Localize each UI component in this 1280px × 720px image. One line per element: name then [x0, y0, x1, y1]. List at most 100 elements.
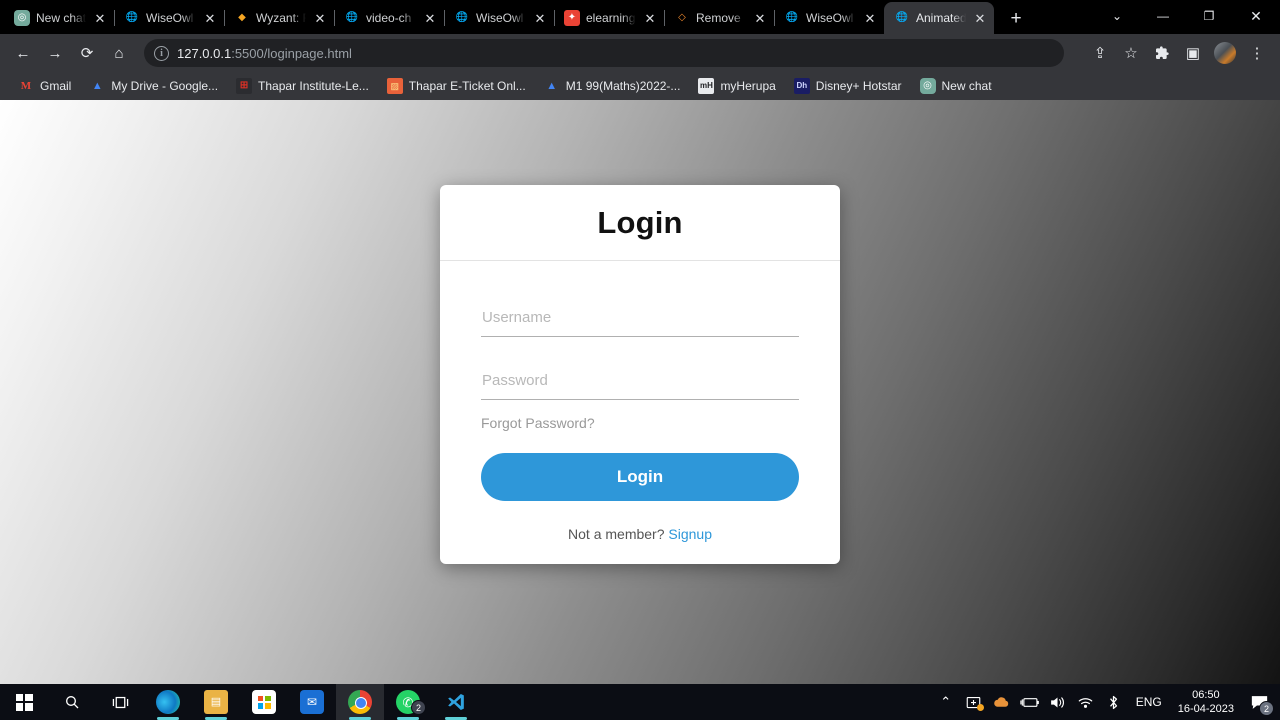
clock[interactable]: 06:50 16-04-2023 — [1170, 684, 1242, 720]
taskbar-app-vs-code[interactable] — [432, 684, 480, 720]
tab-title: Animated — [916, 11, 966, 25]
tab-close-icon[interactable]: ✕ — [642, 10, 658, 26]
login-card: Login Forgot Password? Login Not a membe… — [440, 185, 840, 564]
browser-tab[interactable]: 🌐 WiseOwl ✕ — [444, 2, 555, 34]
eraser-icon: ◇ — [678, 12, 686, 23]
side-panel-icon[interactable]: ▣ — [1178, 38, 1208, 68]
taskbar-app-file-explorer[interactable]: ▤ — [192, 684, 240, 720]
password-input[interactable] — [481, 368, 799, 400]
page-title: Login — [597, 204, 683, 240]
address-bar[interactable]: i 127.0.0.1:5500/loginpage.html — [144, 39, 1064, 67]
show-hidden-icons-button[interactable]: ⌃ — [932, 684, 960, 720]
signup-link[interactable]: Signup — [668, 526, 712, 542]
forward-icon[interactable]: → — [40, 38, 70, 68]
language-indicator[interactable]: ENG — [1128, 684, 1170, 720]
share-icon[interactable]: ⇪ — [1085, 38, 1115, 68]
site-info-icon[interactable]: i — [154, 45, 169, 61]
task-view-button[interactable] — [96, 684, 144, 720]
page-viewport: Login Forgot Password? Login Not a membe… — [0, 100, 1280, 684]
tab-strip: ◎ New chat ✕ 🌐 WiseOwl ✕ ◆ Wyzant: F ✕ 🌐… — [0, 0, 1280, 34]
chrome-menu-icon[interactable]: ⋮ — [1242, 38, 1272, 68]
whatsapp-badge: 2 — [411, 700, 426, 715]
forgot-password-link[interactable]: Forgot Password? — [481, 415, 595, 431]
browser-tab[interactable]: ◎ New chat ✕ — [4, 2, 115, 34]
battery-charging-icon[interactable] — [1016, 684, 1044, 720]
login-button[interactable]: Login — [481, 453, 799, 501]
bookmark-item[interactable]: ⊞ Thapar Institute-Le... — [228, 75, 377, 97]
tray-cloud-icon[interactable] — [988, 684, 1016, 720]
browser-tab[interactable]: 🌐 WiseOwl ✕ — [114, 2, 225, 34]
bookmark-item[interactable]: mH myHerupa — [690, 75, 783, 97]
bookmark-star-icon[interactable]: ☆ — [1116, 38, 1146, 68]
maximize-button[interactable]: ❐ — [1186, 0, 1232, 32]
elearning-icon: ✦ — [564, 10, 580, 26]
bookmark-item[interactable]: ▲ My Drive - Google... — [81, 75, 226, 97]
browser-tab-active[interactable]: 🌐 Animated ✕ — [884, 2, 994, 34]
tray-app-icon[interactable] — [960, 684, 988, 720]
toolbar-right-actions: ⇪ ☆ ▣ ⋮ — [1085, 38, 1272, 68]
tab-close-icon[interactable]: ✕ — [532, 10, 548, 26]
browser-tab[interactable]: 🌐 video-ch ✕ — [334, 2, 445, 34]
globe-icon: 🌐 — [785, 12, 799, 23]
bookmark-item[interactable]: ▨ Thapar E-Ticket Onl... — [379, 75, 534, 97]
tray-status-dot — [976, 704, 984, 711]
bookmark-label: My Drive - Google... — [111, 79, 219, 93]
browser-tab[interactable]: ◇ Remove ✕ — [664, 2, 775, 34]
new-tab-button[interactable]: + — [1002, 4, 1030, 32]
address-bar-url: 127.0.0.1:5500/loginpage.html — [177, 46, 352, 61]
bookmark-item[interactable]: Dh Disney+ Hotstar — [786, 75, 910, 97]
globe-icon: 🌐 — [455, 12, 469, 23]
tab-close-icon[interactable]: ✕ — [202, 10, 218, 26]
start-button[interactable] — [0, 684, 48, 720]
tab-close-icon[interactable]: ✕ — [312, 10, 328, 26]
browser-tab[interactable]: 🌐 WiseOwl ✕ — [774, 2, 884, 34]
browser-tab[interactable]: ◆ Wyzant: F ✕ — [224, 2, 335, 34]
wyzant-icon: ◆ — [238, 12, 246, 23]
volume-icon[interactable] — [1044, 684, 1072, 720]
tab-close-icon[interactable]: ✕ — [862, 10, 878, 26]
window-controls: ⌄ — ❐ ✕ — [1094, 0, 1280, 32]
taskbar-app-mail[interactable]: ✉ — [288, 684, 336, 720]
tab-close-icon[interactable]: ✕ — [972, 10, 988, 26]
extensions-puzzle-icon[interactable] — [1147, 38, 1177, 68]
minimize-button[interactable]: — — [1140, 0, 1186, 32]
tab-search-icon[interactable]: ⌄ — [1094, 0, 1140, 32]
wifi-icon[interactable] — [1072, 684, 1100, 720]
tab-close-icon[interactable]: ✕ — [422, 10, 438, 26]
browser-tab[interactable]: ✦ elearning ✕ — [554, 2, 665, 34]
close-window-button[interactable]: ✕ — [1232, 0, 1280, 32]
taskbar-app-microsoft-store[interactable] — [240, 684, 288, 720]
clock-date: 16-04-2023 — [1177, 703, 1234, 715]
taskbar-app-whatsapp[interactable]: ✆ 2 — [384, 684, 432, 720]
bookmark-item[interactable]: M Gmail — [10, 75, 79, 97]
login-card-header: Login — [440, 185, 840, 261]
home-icon[interactable]: ⌂ — [104, 38, 134, 68]
bookmark-label: Disney+ Hotstar — [815, 79, 902, 93]
signup-row: Not a member? Signup — [481, 526, 799, 542]
clock-time: 06:50 — [1192, 689, 1220, 701]
notification-center-button[interactable]: 2 — [1242, 684, 1276, 720]
back-icon[interactable]: ← — [8, 38, 38, 68]
globe-icon: 🌐 — [345, 12, 359, 23]
profile-avatar[interactable] — [1214, 42, 1236, 64]
taskbar-app-edge[interactable] — [144, 684, 192, 720]
bluetooth-icon[interactable] — [1100, 684, 1128, 720]
chatgpt-icon: ◎ — [919, 78, 936, 94]
file-explorer-icon: ▤ — [204, 690, 228, 714]
username-input[interactable] — [481, 305, 799, 337]
tab-title: WiseOwl — [146, 11, 194, 25]
password-field-wrapper — [481, 368, 799, 400]
tab-close-icon[interactable]: ✕ — [752, 10, 768, 26]
bookmark-label: M1 99(Maths)2022-... — [565, 79, 681, 93]
reload-icon[interactable]: ⟳ — [72, 38, 102, 68]
taskbar-search-button[interactable] — [48, 684, 96, 720]
bookmark-item[interactable]: ◎ New chat — [912, 75, 1000, 97]
taskbar-app-chrome[interactable] — [336, 684, 384, 720]
bookmarks-bar: M Gmail ▲ My Drive - Google... ⊞ Thapar … — [0, 72, 1280, 100]
tab-close-icon[interactable]: ✕ — [92, 10, 108, 26]
chatgpt-icon: ◎ — [14, 10, 30, 26]
disney-hotstar-icon: Dh — [793, 78, 810, 94]
bookmark-label: myHerupa — [720, 79, 776, 93]
bookmark-item[interactable]: ▲ M1 99(Maths)2022-... — [536, 75, 689, 97]
vs-code-icon — [448, 694, 464, 710]
